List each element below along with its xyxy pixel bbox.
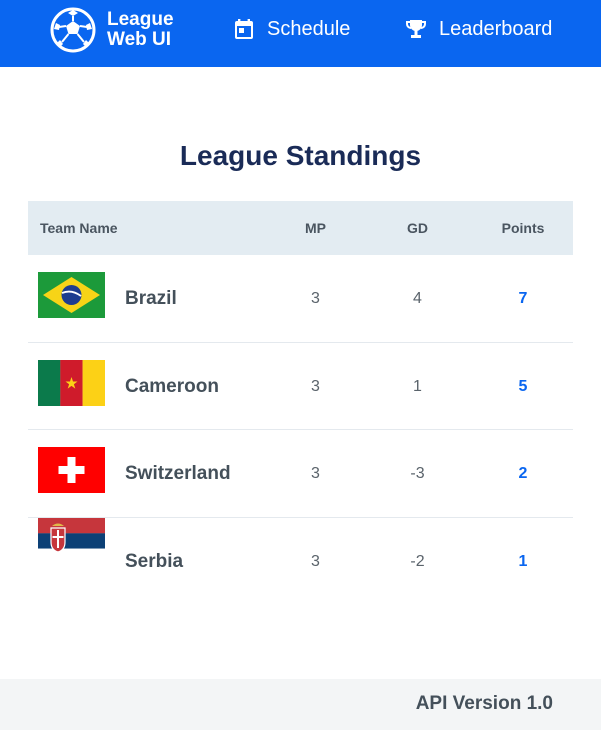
points: 5 [518, 377, 528, 395]
trophy-icon [404, 17, 428, 41]
matches-played: 3 [311, 377, 320, 395]
team-name: Cameroon [125, 375, 219, 397]
points: 2 [518, 465, 528, 482]
column-header-gd: GD [407, 220, 428, 236]
page-title: League Standings [179, 140, 422, 171]
standings-table: Team Name MP GD Points Brazil 3 4 7 Came… [28, 201, 573, 605]
points: 7 [518, 290, 528, 307]
goal-difference: -3 [410, 465, 425, 482]
table-row: Brazil 3 4 7 [28, 255, 573, 343]
nav-schedule-label: Schedule [267, 17, 351, 40]
team-name: Serbia [125, 550, 184, 572]
serbia-flag [38, 517, 105, 564]
brazil-flag [38, 272, 105, 318]
column-header-points: Points [501, 220, 545, 236]
matches-played: 3 [311, 552, 320, 570]
cameroon-flag [38, 359, 105, 406]
nav-schedule[interactable]: Schedule [232, 16, 350, 42]
points: 1 [518, 552, 528, 570]
table-row: Serbia 3 -2 1 [28, 517, 573, 606]
api-version: API Version 1.0 [415, 693, 553, 714]
brand-line-1: League [107, 9, 174, 30]
matches-played: 3 [311, 465, 320, 482]
table-row: Cameroon 3 1 5 [28, 343, 573, 430]
brand-name: League Web UI [107, 10, 174, 50]
switzerland-flag [38, 447, 105, 493]
team-name: Brazil [125, 288, 177, 309]
goal-difference: 4 [413, 290, 422, 307]
table-header: Team Name MP GD Points [28, 201, 573, 255]
table-row: Switzerland 3 -3 2 [28, 430, 573, 518]
goal-difference: 1 [413, 377, 422, 395]
nav-leaderboard-label: Leaderboard [439, 17, 553, 40]
brand-logo-link[interactable]: League Web UI [49, 5, 174, 55]
matches-played: 3 [311, 290, 320, 307]
calendar-icon [232, 17, 256, 41]
column-header-mp: MP [305, 220, 326, 236]
brand-line-2: Web UI [107, 29, 172, 50]
goal-difference: -2 [410, 552, 425, 570]
column-header-team: Team Name [40, 220, 118, 236]
nav-leaderboard[interactable]: Leaderboard [404, 16, 552, 42]
soccer-ball-icon [49, 6, 97, 54]
team-name: Switzerland [125, 463, 231, 484]
top-navbar: League Web UI Schedule Leaderboard [0, 0, 601, 67]
footer: API Version 1.0 [0, 679, 601, 730]
